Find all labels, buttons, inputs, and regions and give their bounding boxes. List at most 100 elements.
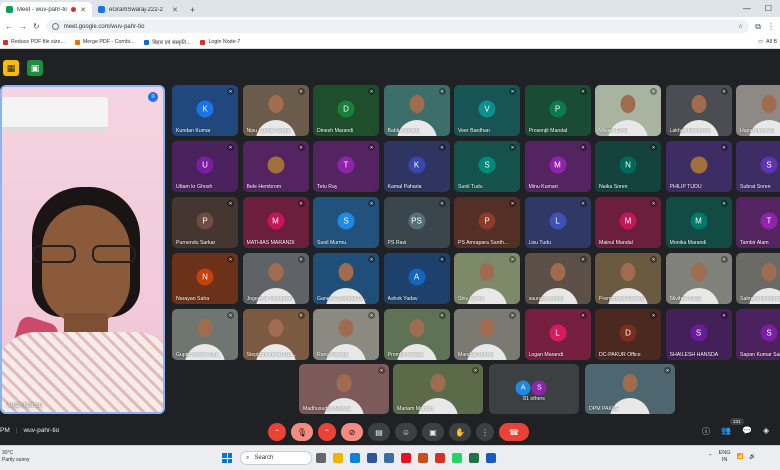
participant-tile[interactable]: M ✕ Monika Marandi (665, 197, 732, 248)
self-view-tile[interactable]: ≡ Anjali Murmu (0, 85, 165, 414)
participant-tile[interactable]: ✕ Mariam Marandi (393, 364, 483, 414)
participant-tile[interactable]: ✕ Gupin Murmu Offi... (172, 309, 238, 360)
participant-tile[interactable]: M ✕ Minu Kumari (524, 141, 591, 192)
participant-tile[interactable]: ✕ Premchand Hansda (595, 253, 661, 304)
excel-icon[interactable] (469, 453, 479, 463)
participant-tile[interactable]: V ✕ Veer Bardhan (454, 85, 520, 136)
new-tab-button[interactable]: + (184, 2, 201, 17)
end-call-button[interactable]: ☎ (499, 423, 529, 441)
participant-tile[interactable]: ✕ Lakhan Hembrom (665, 85, 732, 136)
tab-egramswaraj[interactable]: eGramSwaraj-222-2 ✕ (92, 2, 184, 17)
extensions-icon[interactable]: ⧉ (755, 22, 761, 32)
word-icon[interactable] (367, 453, 377, 463)
app-icon[interactable] (418, 453, 428, 463)
participant-tile[interactable]: ✕ Shiv Kumar (454, 253, 520, 304)
audio-options-button[interactable]: ⌃ (268, 423, 286, 441)
bookmark-bihar[interactable]: बिहार एवं संस्कृति... (144, 38, 190, 46)
volume-icon[interactable]: 🔊 (749, 454, 756, 460)
file-explorer-icon[interactable] (333, 453, 343, 463)
participant-tile[interactable]: D ✕ Dinesh Marandi (313, 85, 379, 136)
url-bar[interactable]: meet.google.com/wuv-pahr-tio ☆ (45, 20, 750, 33)
more-options-button[interactable]: ⋮ (476, 423, 494, 441)
participant-tile[interactable]: S ✕ Sunil Murmu (313, 197, 379, 248)
participant-tile[interactable]: K ✕ Kamal Paharia (383, 141, 450, 192)
participant-tile[interactable]: U ✕ Uttam kr Ghosh (172, 141, 238, 192)
forward-icon[interactable]: → (19, 22, 27, 31)
participant-tile[interactable]: ✕ Bablu Hansda (383, 85, 450, 136)
participant-tile[interactable]: ✕ Jogeswar Hembrom (242, 253, 309, 304)
participant-tile[interactable]: N ✕ Naika Soren (595, 141, 661, 192)
close-tab-icon[interactable]: ✕ (172, 6, 178, 14)
participant-tile[interactable]: T ✕ Tetu Ray (313, 141, 379, 192)
wifi-icon[interactable]: 📶 (737, 454, 744, 460)
language-indicator[interactable]: ENG IN (719, 450, 731, 464)
participant-tile[interactable]: P ✕ PS Amrapara Santh... (454, 197, 520, 248)
word-doc-icon[interactable] (486, 453, 496, 463)
activities-icon[interactable]: ▣ (27, 60, 43, 76)
participant-tile[interactable]: S ✕ SHAILESH HANSDA (665, 309, 732, 360)
video-options-button[interactable]: ⌃ (318, 423, 336, 441)
participant-tile[interactable]: ✕ Vikash Dond (595, 85, 661, 136)
participant-tile[interactable]: ✕ Ranu Hansda (313, 309, 379, 360)
minimize-icon[interactable]: — (743, 4, 751, 13)
info-icon[interactable]: ⓘ (702, 426, 710, 437)
participant-tile[interactable]: ✕ Ganesh Chandra D... (313, 253, 379, 304)
maximize-icon[interactable]: ☐ (765, 4, 772, 13)
participant-tile[interactable]: S✕Sapan Kumar Sah (736, 309, 780, 360)
whatsapp-icon[interactable] (452, 453, 462, 463)
participant-tile[interactable]: ✕Hajrat Umar Ali (736, 85, 780, 136)
reload-icon[interactable]: ↻ (33, 22, 40, 31)
participant-tile[interactable]: ✕ DPM PAKUR (585, 364, 675, 414)
host-controls-icon[interactable]: ▦ (3, 60, 19, 76)
participant-tile[interactable]: ✕ Madhusudan Mandal (299, 364, 389, 414)
participant-tile[interactable]: P ✕ Purnendu Sarkar (172, 197, 238, 248)
chevron-up-icon[interactable]: ⌃ (708, 454, 713, 460)
all-bookmarks[interactable]: ▭ All B (758, 39, 777, 45)
back-icon[interactable]: ← (5, 22, 13, 31)
participant-tile[interactable]: S✕Subrat Soren (736, 141, 780, 192)
camera-toggle-button[interactable]: ⊘ (341, 423, 363, 441)
present-button[interactable]: ▣ (422, 423, 444, 441)
people-icon[interactable]: 👥 (721, 426, 731, 437)
bookmark-reduce-pdf[interactable]: Reduce PDF file size... (3, 39, 65, 45)
chat-icon[interactable]: 💬 (742, 426, 752, 437)
edge-icon[interactable] (350, 453, 360, 463)
weather-widget[interactable]: 30°C Partly sunny (2, 450, 30, 464)
participant-tile[interactable]: PS ✕ PS Ravi (383, 197, 450, 248)
mic-toggle-button[interactable]: 🎙 (291, 423, 313, 441)
emoji-button[interactable]: ☺ (395, 423, 417, 441)
taskbar-search[interactable]: ⌕ Search (240, 451, 312, 465)
app-icon[interactable] (401, 453, 411, 463)
participant-tile[interactable]: S ✕ Sunil Tudu (454, 141, 520, 192)
participant-tile[interactable]: L ✕ Logan Marandi (524, 309, 591, 360)
participant-tile[interactable]: ✕ Marshal Murmu (454, 309, 520, 360)
participant-tile[interactable]: ✕ Prombil hansda (383, 309, 450, 360)
participant-tile[interactable]: P ✕ Prosenjit Mandal (524, 85, 591, 136)
site-info-icon[interactable] (51, 23, 59, 30)
participant-tile[interactable]: A ✕ Ashok Yadav (383, 253, 450, 304)
participant-tile[interactable]: ✕ Silvihan Kisku (665, 253, 732, 304)
bookmark-merge-pdf[interactable]: Merge PDF - Combi... (74, 39, 134, 45)
participant-tile[interactable]: D ✕ DC-PAKUR Office (595, 309, 661, 360)
participant-tile[interactable]: L ✕ Lisu Tudu (524, 197, 591, 248)
raise-hand-button[interactable]: ✋ (449, 423, 471, 441)
participant-tile[interactable]: ✕ Stephanmurmu Mur... (242, 309, 309, 360)
star-icon[interactable]: ☆ (738, 23, 743, 30)
tab-meet[interactable]: Meet - wuv-pahr-tio ✕ (0, 2, 92, 17)
participant-tile[interactable]: ✕ PHILIP TUDU (665, 141, 732, 192)
close-tab-icon[interactable]: ✕ (80, 6, 86, 14)
participant-tile[interactable]: ✕ Nipu Kumar Sardar (242, 85, 309, 136)
shapes-icon[interactable]: ◈ (763, 426, 769, 437)
participant-tile[interactable]: ✕ saurabh suman (524, 253, 591, 304)
task-view-icon[interactable] (316, 453, 326, 463)
participant-tile[interactable]: T✕Tambir Alam (736, 197, 780, 248)
chrome-icon[interactable] (435, 453, 445, 463)
participant-tile[interactable]: N ✕ Narayan Saha (172, 253, 238, 304)
captions-button[interactable]: ▤ (368, 423, 390, 441)
windows-start-icon[interactable] (222, 453, 232, 463)
menu-dots-icon[interactable]: ⋮ (767, 22, 775, 31)
participant-tile[interactable]: ✕ Bele Hembrom (242, 141, 309, 192)
participant-tile[interactable]: K ✕ Kundan Kumar (172, 85, 238, 136)
participant-tile[interactable]: ✕Salmani Hembrom (736, 253, 780, 304)
store-icon[interactable] (384, 453, 394, 463)
